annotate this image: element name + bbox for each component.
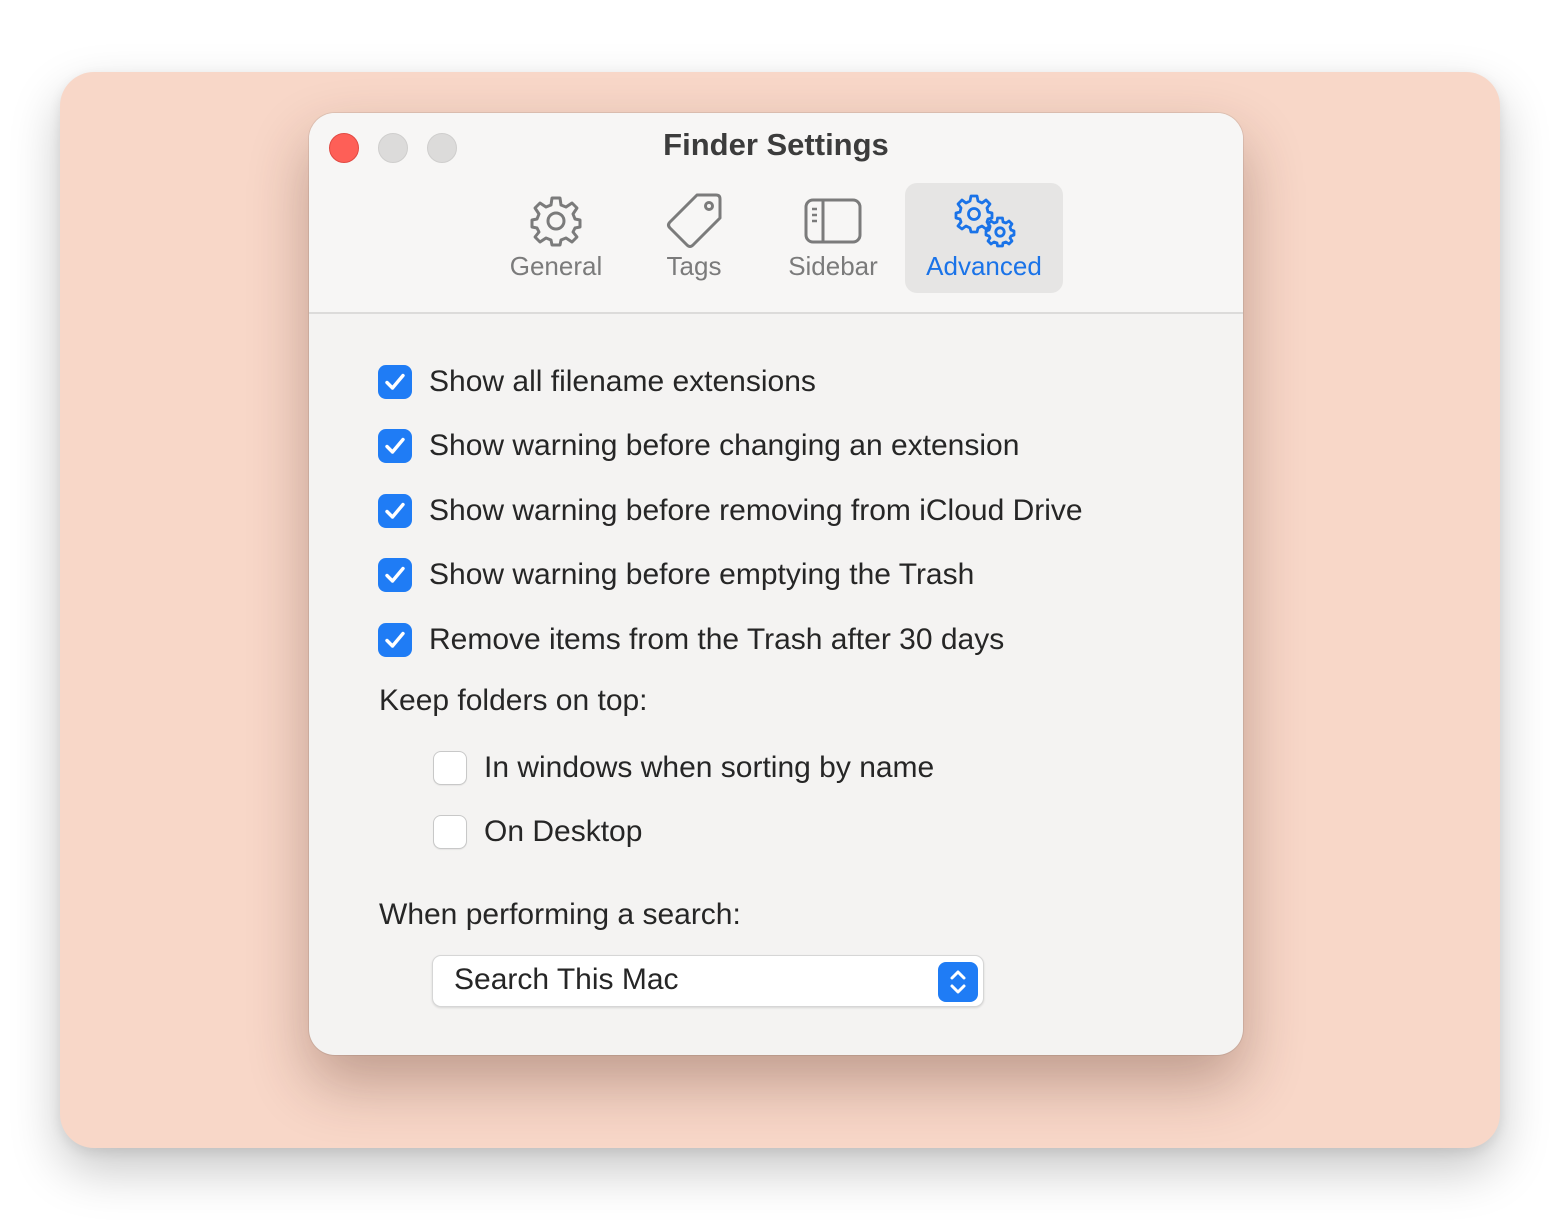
checkbox-checked[interactable] (378, 623, 412, 657)
keep-folders-label: Keep folders on top: (379, 684, 648, 717)
toolbar: Finder Settings General Tags Sidebar Adv… (309, 113, 1243, 314)
option-remove-trash-30-days[interactable]: Remove items from the Trash after 30 day… (378, 620, 1004, 660)
gear-icon (497, 191, 615, 251)
checkmark-icon (385, 566, 405, 583)
tab-tags[interactable]: Tags (649, 183, 739, 293)
option-label: In windows when sorting by name (484, 751, 935, 784)
option-label: Show warning before changing an extensio… (429, 429, 1020, 462)
tab-tags-label: Tags (666, 251, 722, 281)
checkmark-icon (385, 373, 405, 390)
tab-general-label: General (509, 251, 603, 281)
option-label: Show warning before removing from iCloud… (429, 494, 1083, 527)
tab-general[interactable]: General (497, 183, 615, 293)
checkbox-checked[interactable] (378, 494, 412, 528)
option-label: On Desktop (484, 815, 643, 848)
popup-chevrons-icon[interactable] (938, 962, 978, 1002)
checkbox-unchecked[interactable] (433, 751, 467, 785)
advanced-settings-pane: Show all filename extensions Show warnin… (309, 314, 1243, 1055)
search-scope-popup[interactable]: Search This Mac (432, 955, 984, 1007)
sidebar-icon (779, 191, 887, 251)
option-warn-empty-trash[interactable]: Show warning before emptying the Trash (378, 555, 974, 595)
checkmark-icon (385, 502, 405, 519)
checkbox-checked[interactable] (378, 558, 412, 592)
tag-icon (649, 191, 739, 251)
tab-sidebar-label: Sidebar (788, 251, 878, 281)
finder-settings-window: Finder Settings General Tags Sidebar Adv… (309, 113, 1243, 1055)
checkbox-checked[interactable] (378, 429, 412, 463)
search-scope-value: Search This Mac (454, 963, 679, 996)
checkbox-checked[interactable] (378, 365, 412, 399)
option-warn-change-extension[interactable]: Show warning before changing an extensio… (378, 426, 1019, 466)
option-folders-top-windows[interactable]: In windows when sorting by name (433, 748, 934, 788)
tab-advanced[interactable]: Advanced (905, 183, 1063, 293)
checkbox-unchecked[interactable] (433, 815, 467, 849)
tab-advanced-label: Advanced (926, 251, 1042, 281)
option-folders-top-desktop[interactable]: On Desktop (433, 812, 642, 852)
option-label: Show warning before emptying the Trash (429, 558, 975, 591)
option-label: Show all filename extensions (429, 365, 816, 398)
option-label: Remove items from the Trash after 30 day… (429, 623, 1005, 656)
option-warn-icloud-remove[interactable]: Show warning before removing from iCloud… (378, 491, 1083, 531)
tab-sidebar[interactable]: Sidebar (779, 183, 887, 293)
window-title: Finder Settings (663, 127, 889, 162)
search-scope-label: When performing a search: (379, 898, 741, 931)
checkmark-icon (385, 631, 405, 648)
gears-icon (905, 191, 1063, 251)
option-show-extensions[interactable]: Show all filename extensions (378, 362, 816, 402)
checkmark-icon (385, 437, 405, 454)
